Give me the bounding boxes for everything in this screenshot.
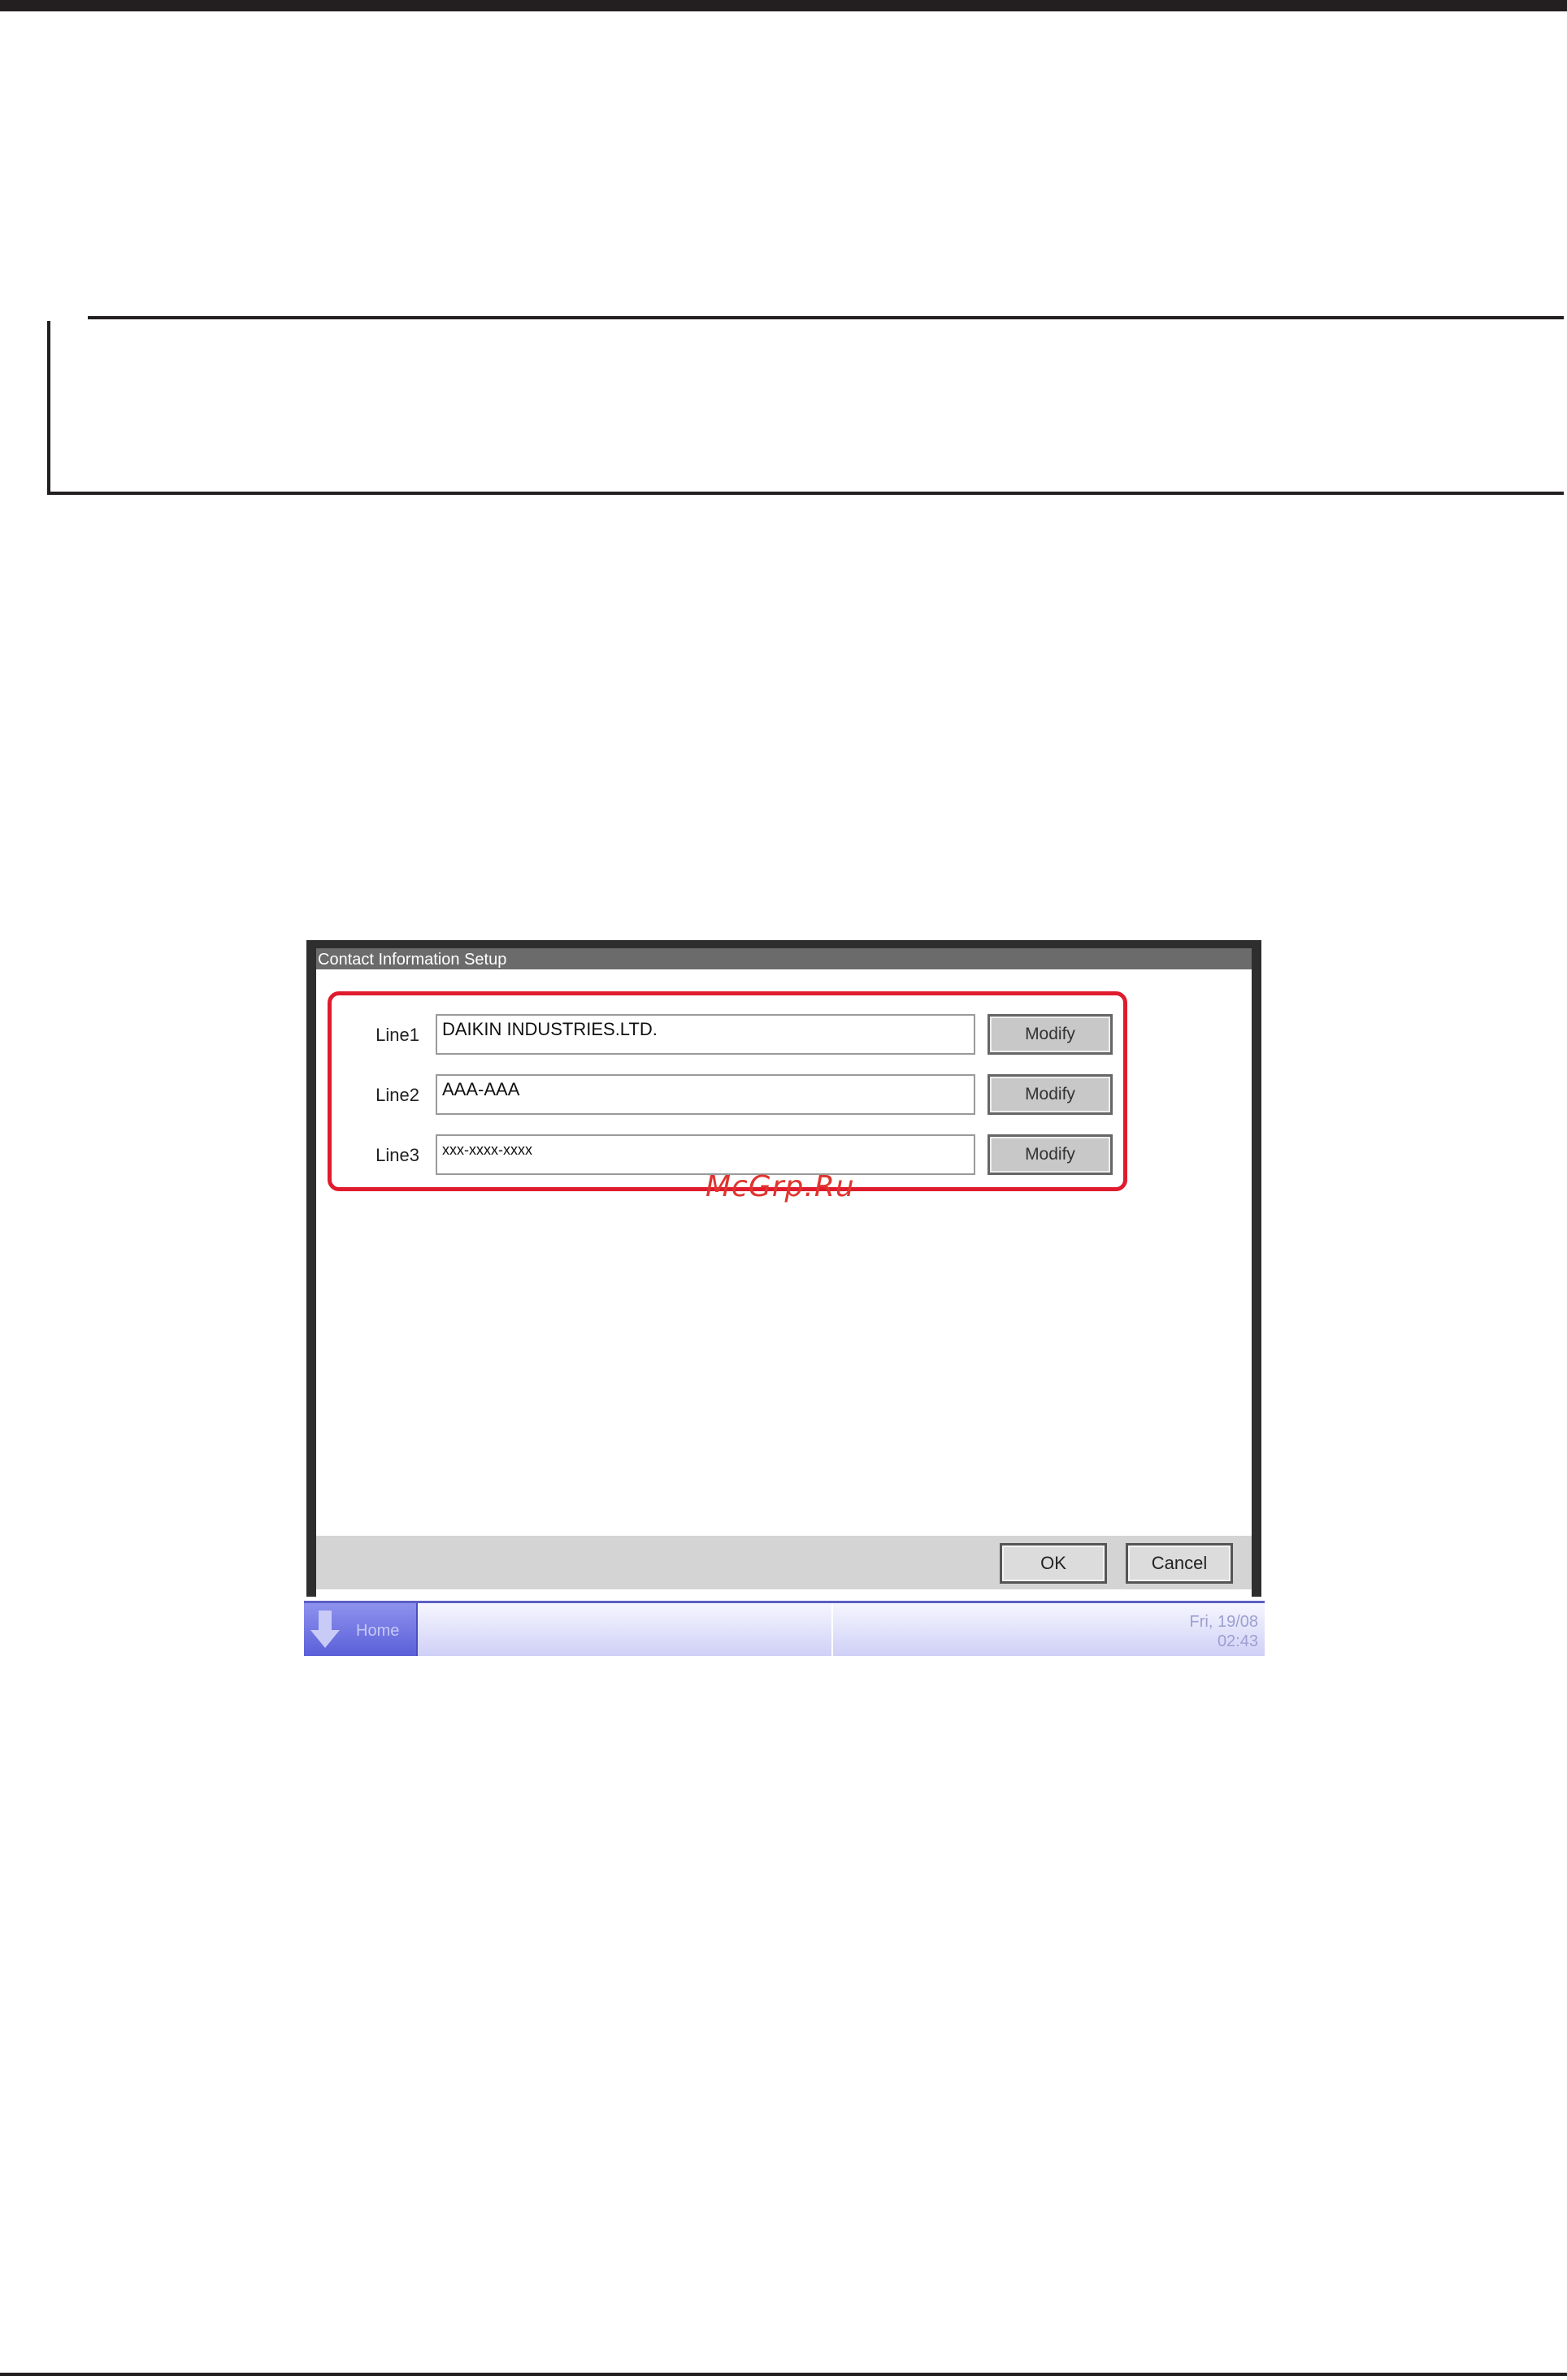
top-page-rule [0, 0, 1567, 11]
note-box-gap [47, 313, 88, 321]
date-time-display: Fri, 19/08 02:43 [1154, 1612, 1258, 1651]
line2-field[interactable]: AAA-AAA [436, 1074, 975, 1115]
note-box [47, 316, 1564, 495]
window-title-bar: Contact Information Setup [316, 948, 1252, 969]
line2-modify-button[interactable]: Modify [988, 1074, 1113, 1115]
line3-label: Line3 [375, 1145, 419, 1165]
time-text: 02:43 [1217, 1632, 1258, 1650]
window-title: Contact Information Setup [318, 951, 507, 969]
status-divider [831, 1603, 833, 1656]
down-arrow-icon [310, 1611, 340, 1648]
line1-modify-button[interactable]: Modify [988, 1014, 1113, 1055]
line1-label: Line1 [375, 1025, 419, 1045]
watermark-text: McGrp.Ru [705, 1170, 855, 1203]
date-text: Fri, 19/08 [1189, 1613, 1258, 1631]
line3-field[interactable]: xxx-xxxx-xxxx [436, 1134, 975, 1175]
home-button-label: Home [356, 1622, 400, 1640]
line3-modify-button[interactable]: Modify [988, 1134, 1113, 1175]
dialog-button-bar [316, 1536, 1252, 1589]
status-bar [304, 1601, 1265, 1656]
line1-field[interactable]: DAIKIN INDUSTRIES.LTD. [436, 1014, 975, 1055]
ok-button[interactable]: OK [1000, 1543, 1107, 1584]
note-box-tab-line [88, 316, 242, 319]
line2-label: Line2 [375, 1085, 419, 1105]
cancel-button[interactable]: Cancel [1126, 1543, 1233, 1584]
bottom-page-rule [0, 2373, 1567, 2376]
